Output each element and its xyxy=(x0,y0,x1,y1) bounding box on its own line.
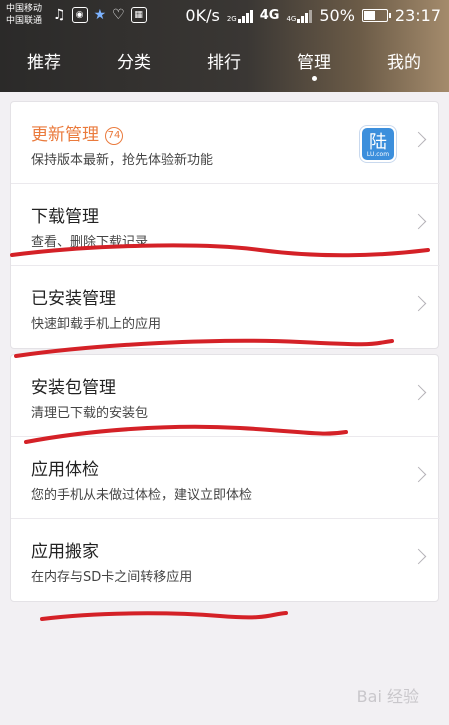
scribble-bottom xyxy=(40,611,288,621)
row-title-text: 更新管理 xyxy=(31,125,99,145)
tab-mine[interactable]: 我的 xyxy=(387,48,421,73)
row-subtitle: 清理已下载的安装包 xyxy=(31,406,149,421)
row-app-move[interactable]: 应用搬家 在内存与SD卡之间转移应用 xyxy=(11,519,440,601)
tab-category[interactable]: 分类 xyxy=(117,48,151,73)
chevron-right-icon xyxy=(410,466,427,483)
net-2g-label: 2G xyxy=(226,14,237,23)
app-thumb-glyph: 陆 xyxy=(369,132,387,153)
star-icon: ★ xyxy=(93,7,107,23)
row-title: 安装包管理 xyxy=(31,378,116,398)
tab-ranking[interactable]: 排行 xyxy=(207,48,241,73)
music-icon: ♫ xyxy=(53,7,66,23)
net-4g-small-label: 4G xyxy=(286,14,297,23)
carrier-2: 中国联通 xyxy=(6,16,43,26)
chevron-right-icon xyxy=(410,213,427,230)
chevron-right-icon xyxy=(410,384,427,401)
row-title: 应用体检 xyxy=(31,460,99,480)
row-download-manage[interactable]: 下载管理 查看、删除下载记录 xyxy=(11,184,440,266)
row-subtitle: 在内存与SD卡之间转移应用 xyxy=(31,570,193,585)
row-title: 更新管理 74 xyxy=(31,120,123,145)
carrier-1: 中国移动 xyxy=(6,4,43,14)
row-title: 应用搬家 xyxy=(31,542,99,562)
battery-percent: 50% xyxy=(319,6,355,25)
manage-card-1: 更新管理 74 保持版本最新，抢先体验新功能 陆 LU.com 下载管理 查看、删… xyxy=(10,101,440,349)
app-header: 中国移动 中国联通 ♫ ◉ ★ ♡ ▦ 0K/s 2G 4G 4G 50% 23… xyxy=(0,0,449,92)
active-tab-indicator xyxy=(312,76,317,81)
row-update-manage[interactable]: 更新管理 74 保持版本最新，抢先体验新功能 陆 LU.com xyxy=(11,102,440,184)
row-package-manage[interactable]: 安装包管理 清理已下载的安装包 xyxy=(11,355,440,437)
tab-manage[interactable]: 管理 xyxy=(297,48,331,73)
manage-card-2: 安装包管理 清理已下载的安装包 应用体检 您的手机从未做过体检，建议立即体检 应… xyxy=(10,354,440,602)
clock: 23:17 xyxy=(394,6,441,25)
signal-4g-icon: 4G xyxy=(286,9,313,23)
update-count-badge: 74 xyxy=(105,127,123,145)
chevron-right-icon xyxy=(410,548,427,565)
tab-recommend[interactable]: 推荐 xyxy=(27,48,61,73)
image-icon: ▦ xyxy=(130,7,147,23)
network-speed: 0K/s xyxy=(185,6,220,25)
row-subtitle: 保持版本最新，抢先体验新功能 xyxy=(31,153,214,168)
row-subtitle: 快速卸载手机上的应用 xyxy=(31,317,162,332)
row-subtitle: 您的手机从未做过体检，建议立即体检 xyxy=(31,488,253,503)
baidu-watermark: Bai 经验 xyxy=(356,687,419,706)
tab-bar: 推荐 分类 排行 管理 我的 xyxy=(0,48,449,78)
row-title: 下载管理 xyxy=(31,207,99,227)
row-installed-manage[interactable]: 已安装管理 快速卸载手机上的应用 xyxy=(11,266,440,348)
row-subtitle: 查看、删除下载记录 xyxy=(31,235,149,250)
row-app-checkup[interactable]: 应用体检 您的手机从未做过体检，建议立即体检 xyxy=(11,437,440,519)
status-bar: 中国移动 中国联通 ♫ ◉ ★ ♡ ▦ 0K/s 2G 4G 4G 50% 23… xyxy=(0,0,449,34)
signal-2g-icon: 2G xyxy=(227,9,253,23)
row-title: 已安装管理 xyxy=(31,289,116,309)
camera-icon: ◉ xyxy=(71,7,88,23)
notification-icons: ♫ ◉ ★ ♡ ▦ xyxy=(53,7,147,23)
app-thumb-caption: LU.com xyxy=(366,151,390,158)
status-right: 0K/s 2G 4G 4G 50% 23:17 xyxy=(185,6,441,25)
battery-icon xyxy=(361,9,391,22)
app-thumbnail-icon: 陆 LU.com xyxy=(360,126,396,162)
net-4g-label: 4G xyxy=(259,8,280,23)
carrier-labels: 中国移动 中国联通 xyxy=(6,3,42,27)
chevron-right-icon xyxy=(410,295,427,312)
heart-icon: ♡ xyxy=(112,7,125,23)
chevron-right-icon xyxy=(410,131,427,148)
